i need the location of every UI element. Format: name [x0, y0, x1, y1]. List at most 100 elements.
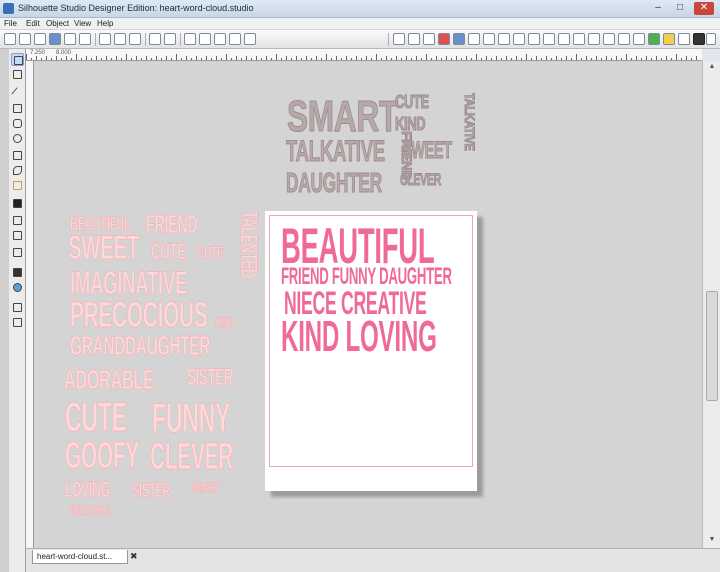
- word[interactable]: TALKATIVE: [462, 93, 479, 151]
- send-to-cutter-icon[interactable]: [693, 33, 705, 45]
- word[interactable]: CUTE: [65, 395, 128, 438]
- menu-edit[interactable]: Edit: [26, 19, 40, 28]
- word[interactable]: LOVING: [65, 478, 111, 501]
- word[interactable]: CUTE: [395, 93, 430, 112]
- group-icon[interactable]: [633, 33, 645, 45]
- zoom-in-icon[interactable]: [184, 33, 196, 45]
- word[interactable]: TALKATIVE: [286, 136, 386, 167]
- save-icon[interactable]: [34, 33, 46, 45]
- close-tab-icon[interactable]: ✖: [130, 551, 138, 562]
- menu-view[interactable]: View: [74, 19, 91, 28]
- word[interactable]: SWEET: [402, 138, 453, 163]
- page-word[interactable]: KIND LOVING: [281, 315, 437, 359]
- word[interactable]: GOOFY: [65, 437, 140, 476]
- rectangle-tool-icon[interactable]: [11, 102, 24, 115]
- paste-icon[interactable]: [129, 33, 141, 45]
- library-panel-icon[interactable]: [11, 266, 24, 279]
- cutting-mat-page[interactable]: BEAUTIFUL FRIEND FUNNY DAUGHTER NIECE CR…: [265, 211, 477, 491]
- zoom-out-icon[interactable]: [199, 33, 211, 45]
- align-icon[interactable]: [468, 33, 480, 45]
- text-tool-icon[interactable]: [11, 197, 24, 210]
- open-file-icon[interactable]: [19, 33, 31, 45]
- rotate-icon[interactable]: [588, 33, 600, 45]
- word[interactable]: FUNNY: [152, 396, 231, 439]
- scale-icon[interactable]: [603, 33, 615, 45]
- new-file-icon[interactable]: [4, 33, 16, 45]
- offset-icon[interactable]: [528, 33, 540, 45]
- word[interactable]: GRANDDAUGHTER: [70, 331, 211, 360]
- transform-icon[interactable]: [498, 33, 510, 45]
- scroll-down-icon[interactable]: ▼: [706, 536, 718, 546]
- fill-icon[interactable]: [393, 33, 405, 45]
- line-color-icon[interactable]: [408, 33, 420, 45]
- move-icon[interactable]: [618, 33, 630, 45]
- fit-page-icon[interactable]: [244, 33, 256, 45]
- copy-icon[interactable]: [114, 33, 126, 45]
- line-style-icon[interactable]: [423, 33, 435, 45]
- menu-file[interactable]: File: [4, 19, 17, 28]
- word[interactable]: BEAUTIFUL: [70, 504, 112, 518]
- word[interactable]: CLEVER: [400, 171, 442, 189]
- curve-tool-icon[interactable]: [11, 164, 24, 177]
- sketch-icon[interactable]: [663, 33, 675, 45]
- maximize-button[interactable]: □: [670, 2, 690, 15]
- design-canvas[interactable]: SMART CUTE KIND FRIEND TALKATIVE TALKATI…: [34, 61, 702, 548]
- word[interactable]: PRECOCIOUS: [70, 296, 208, 333]
- registration-icon[interactable]: [648, 33, 660, 45]
- word[interactable]: ADORABLE: [64, 365, 155, 394]
- eyedropper-tool-icon[interactable]: [11, 246, 24, 259]
- close-button[interactable]: ✕: [694, 2, 714, 15]
- zoom-fit-icon[interactable]: [214, 33, 226, 45]
- trace-icon[interactable]: [543, 33, 555, 45]
- vertical-scrollbar[interactable]: ▲ ▼: [702, 61, 720, 548]
- gradient-icon[interactable]: [438, 33, 450, 45]
- layers-panel-icon[interactable]: [11, 301, 24, 314]
- ruler-tick: [336, 56, 337, 60]
- replicate-icon[interactable]: [483, 33, 495, 45]
- word[interactable]: SWEET: [68, 231, 140, 266]
- document-tab[interactable]: heart-word-cloud.st...: [32, 550, 128, 564]
- cut-settings-icon[interactable]: [678, 33, 690, 45]
- point-edit-tool-icon[interactable]: [11, 68, 24, 81]
- modify-icon[interactable]: [558, 33, 570, 45]
- cut-icon[interactable]: [99, 33, 111, 45]
- rounded-rectangle-tool-icon[interactable]: [11, 117, 24, 130]
- freehand-tool-icon[interactable]: [11, 179, 24, 192]
- cut-send-icon[interactable]: [79, 33, 91, 45]
- menu-object[interactable]: Object: [46, 19, 69, 28]
- undo-icon[interactable]: [149, 33, 161, 45]
- knife-icon[interactable]: [573, 33, 585, 45]
- redo-icon[interactable]: [164, 33, 176, 45]
- library-icon[interactable]: [49, 33, 61, 45]
- polygon-tool-icon[interactable]: [11, 149, 24, 162]
- word[interactable]: SMART: [287, 94, 399, 139]
- menu-help[interactable]: Help: [97, 19, 113, 28]
- select-tool-icon[interactable]: [11, 53, 24, 66]
- word[interactable]: SMART: [192, 480, 221, 495]
- word[interactable]: TALENTED: [235, 211, 263, 279]
- minimize-button[interactable]: –: [648, 2, 668, 15]
- store-icon[interactable]: [706, 33, 716, 45]
- ruler-tick: [436, 56, 437, 60]
- online-store-icon[interactable]: [11, 281, 24, 294]
- knife-tool-icon[interactable]: [11, 229, 24, 242]
- print-icon[interactable]: [64, 33, 76, 45]
- pan-icon[interactable]: [229, 33, 241, 45]
- pattern-icon[interactable]: [453, 33, 465, 45]
- panel-toggle-icon[interactable]: [11, 316, 24, 329]
- word[interactable]: DAUGHTER: [286, 168, 383, 197]
- line-tool-icon[interactable]: [11, 87, 24, 100]
- word[interactable]: CUTE: [197, 244, 224, 262]
- word[interactable]: CUTE: [151, 240, 187, 263]
- ruler-tick: [256, 56, 257, 60]
- word[interactable]: KIND: [215, 315, 235, 330]
- scroll-up-icon[interactable]: ▲: [706, 63, 718, 73]
- word[interactable]: SISTER: [132, 481, 171, 502]
- eraser-tool-icon[interactable]: [11, 214, 24, 227]
- text-style-icon[interactable]: [513, 33, 525, 45]
- scroll-thumb[interactable]: [706, 291, 718, 401]
- word[interactable]: FRIEND: [146, 211, 198, 238]
- word[interactable]: CLEVER: [150, 438, 234, 477]
- ellipse-tool-icon[interactable]: [11, 132, 24, 145]
- word[interactable]: SISTER: [187, 365, 234, 390]
